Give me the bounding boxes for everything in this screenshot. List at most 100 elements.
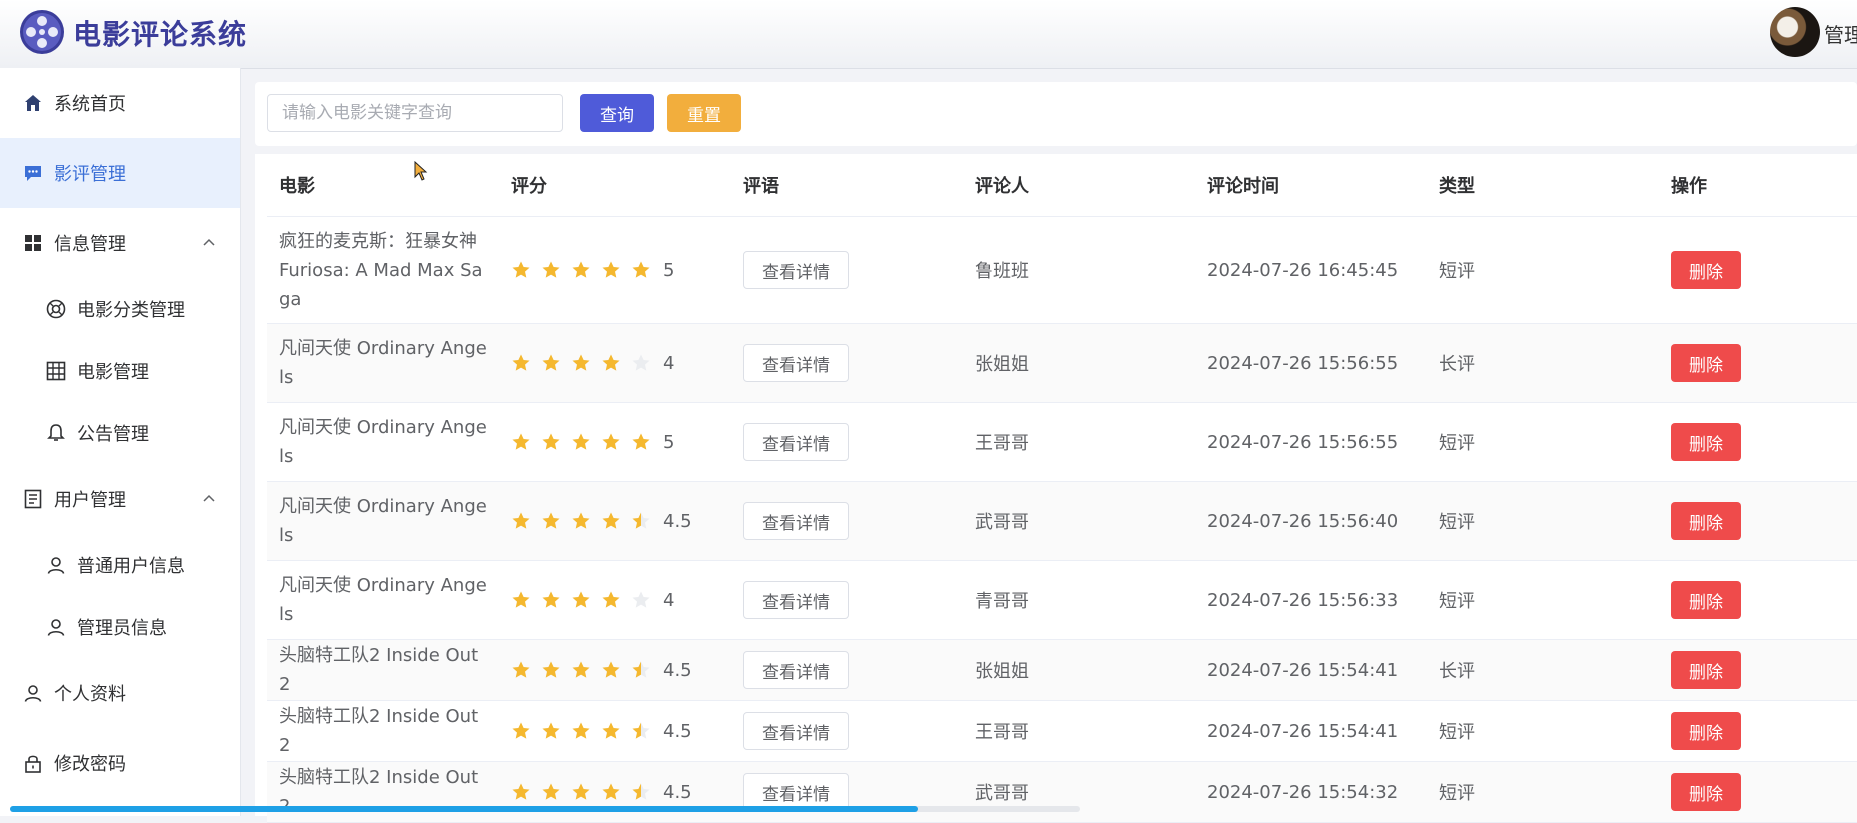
comment-cell: 查看详情 xyxy=(731,761,963,823)
reviewer-cell: 青哥哥 xyxy=(963,560,1195,640)
view-details-button[interactable]: 查看详情 xyxy=(743,344,849,382)
home-icon xyxy=(22,92,44,114)
rating-cell: 4 xyxy=(499,323,731,403)
star-rating: 4 xyxy=(511,590,719,611)
user-avatar[interactable] xyxy=(1770,7,1820,57)
comment-cell: 查看详情 xyxy=(731,216,963,324)
delete-button[interactable]: 删除 xyxy=(1671,712,1741,750)
sidebar-item-reviews[interactable]: 影评管理 xyxy=(0,138,240,208)
star-filled-icon xyxy=(512,661,530,678)
lock-icon xyxy=(22,752,44,774)
sidebar-item-label: 信息管理 xyxy=(54,234,126,255)
review-time-cell: 2024-07-26 15:54:41 xyxy=(1195,700,1427,762)
table-row: 头脑特工队2 Inside Out 2 4.5 查看详情 王哥哥 2024-07-26 … xyxy=(267,700,1857,762)
table-body: 疯狂的麦克斯：狂暴女神 Furiosa: A Mad Max Saga 5 查看详情… xyxy=(267,216,1857,823)
view-details-button[interactable]: 查看详情 xyxy=(743,251,849,289)
sidebar-item-movie-management[interactable]: 电影管理 xyxy=(0,340,240,402)
table-header-row: 电影 评分 评语 评论人 评论时间 类型 操作 xyxy=(267,154,1857,217)
delete-button[interactable]: 删除 xyxy=(1671,423,1741,461)
sidebar-item-label: 普通用户信息 xyxy=(77,556,185,577)
movie-title: 凡间天使 Ordinary Angels xyxy=(279,338,487,388)
sidebar-item-home[interactable]: 系统首页 xyxy=(0,68,240,138)
star-rating: 4.5 xyxy=(511,660,719,681)
rating-cell: 4.5 xyxy=(499,700,731,762)
column-header-type[interactable]: 类型 xyxy=(1427,154,1659,217)
sidebar-item-label: 用户管理 xyxy=(54,490,126,511)
star-filled-icon xyxy=(602,722,620,739)
review-time-cell: 2024-07-26 15:56:55 xyxy=(1195,402,1427,482)
delete-button[interactable]: 删除 xyxy=(1671,344,1741,382)
comment-cell: 查看详情 xyxy=(731,481,963,561)
delete-button[interactable]: 删除 xyxy=(1671,773,1741,811)
rating-score: 4.5 xyxy=(663,720,692,742)
column-header-comment[interactable]: 评语 xyxy=(731,154,963,217)
reset-button[interactable]: 重置 xyxy=(667,94,741,132)
actions-cell: 删除 xyxy=(1659,481,1857,561)
star-filled-icon xyxy=(602,512,620,529)
star-filled-icon xyxy=(542,591,560,608)
review-type-cell: 短评 xyxy=(1427,402,1659,482)
view-details-button[interactable]: 查看详情 xyxy=(743,502,849,540)
search-input[interactable] xyxy=(267,94,563,132)
star-filled-icon xyxy=(602,354,620,371)
movie-cell: 凡间天使 Ordinary Angels xyxy=(267,402,499,482)
sidebar-item-profile[interactable]: 个人资料 xyxy=(0,658,240,728)
film-grid-icon xyxy=(45,360,67,382)
delete-button[interactable]: 删除 xyxy=(1671,502,1741,540)
delete-button[interactable]: 删除 xyxy=(1671,651,1741,689)
column-header-time[interactable]: 评论时间 xyxy=(1195,154,1427,217)
star-filled-icon xyxy=(572,433,590,450)
star-filled-icon xyxy=(512,591,530,608)
review-time-cell: 2024-07-26 16:45:45 xyxy=(1195,216,1427,324)
horizontal-scrollbar-thumb[interactable] xyxy=(10,806,918,812)
sidebar-item-label: 公告管理 xyxy=(77,424,149,445)
star-filled-icon xyxy=(602,591,620,608)
star-rating: 4.5 xyxy=(511,782,719,803)
reviewer-cell: 王哥哥 xyxy=(963,700,1195,762)
star-empty-icon xyxy=(632,591,650,608)
view-details-button[interactable]: 查看详情 xyxy=(743,651,849,689)
sidebar-item-user-management[interactable]: 用户管理 xyxy=(0,464,240,534)
bell-icon xyxy=(45,422,67,444)
star-half-icon xyxy=(632,722,650,739)
column-header-movie[interactable]: 电影 xyxy=(267,154,499,217)
star-filled-icon xyxy=(512,433,530,450)
delete-button[interactable]: 删除 xyxy=(1671,581,1741,619)
sidebar-item-category-management[interactable]: 电影分类管理 xyxy=(0,278,240,340)
mouse-cursor-icon xyxy=(414,161,428,181)
star-filled-icon xyxy=(602,433,620,450)
user-name[interactable]: 管理 xyxy=(1824,19,1857,48)
sidebar-item-notice-management[interactable]: 公告管理 xyxy=(0,402,240,464)
column-header-reviewer[interactable]: 评论人 xyxy=(963,154,1195,217)
delete-button[interactable]: 删除 xyxy=(1671,251,1741,289)
star-rating: 4 xyxy=(511,353,719,374)
star-filled-icon xyxy=(572,512,590,529)
category-icon xyxy=(45,298,67,320)
rating-score: 4.5 xyxy=(663,659,692,681)
movie-title: 头脑特工队2 Inside Out 2 xyxy=(279,645,479,695)
table-row: 头脑特工队2 Inside Out 2 4.5 查看详情武哥哥2024-07-26 … xyxy=(267,761,1857,823)
review-table-container: 电影 评分 评语 评论人 评论时间 类型 操作 疯狂的麦克斯：狂暴女神 Furi… xyxy=(255,154,1857,823)
rating-cell: 4.5 xyxy=(499,639,731,701)
sidebar-item-admin-info[interactable]: 管理员信息 xyxy=(0,596,240,658)
sidebar-item-normal-users[interactable]: 普通用户信息 xyxy=(0,534,240,596)
column-header-rating[interactable]: 评分 xyxy=(499,154,731,217)
star-filled-icon xyxy=(542,512,560,529)
view-details-button[interactable]: 查看详情 xyxy=(743,423,849,461)
actions-cell: 删除 xyxy=(1659,560,1857,640)
star-filled-icon xyxy=(602,783,620,800)
view-details-button[interactable]: 查看详情 xyxy=(743,712,849,750)
star-filled-icon xyxy=(542,433,560,450)
star-half-icon xyxy=(632,783,650,800)
review-table: 电影 评分 评语 评论人 评论时间 类型 操作 疯狂的麦克斯：狂暴女神 Furi… xyxy=(267,154,1857,823)
comment-cell: 查看详情 xyxy=(731,700,963,762)
rating-score: 5 xyxy=(663,431,675,453)
movie-title: 凡间天使 Ordinary Angels xyxy=(279,496,487,546)
view-details-button[interactable]: 查看详情 xyxy=(743,581,849,619)
query-button[interactable]: 查询 xyxy=(580,94,654,132)
movie-cell: 头脑特工队2 Inside Out 2 xyxy=(267,700,499,762)
column-header-actions[interactable]: 操作 xyxy=(1659,154,1857,217)
sidebar-item-change-password[interactable]: 修改密码 xyxy=(0,728,240,798)
sidebar-item-info-management[interactable]: 信息管理 xyxy=(0,208,240,278)
chevron-up-icon xyxy=(203,238,215,246)
